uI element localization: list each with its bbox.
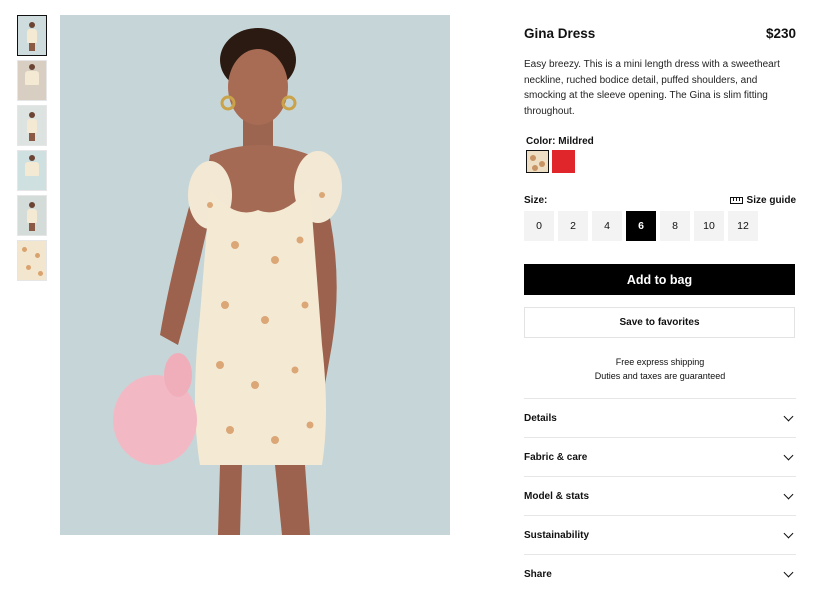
thumbnail-2[interactable]	[17, 60, 47, 101]
size-options: 0 2 4 6 8 10 12	[524, 211, 796, 241]
chevron-down-icon	[783, 450, 794, 460]
accordion-model-stats[interactable]: Model & stats	[524, 476, 796, 515]
accordion-sustainability[interactable]: Sustainability	[524, 515, 796, 554]
title-row: Gina Dress $230	[524, 26, 796, 41]
thumbnail-figure	[25, 64, 39, 92]
accordion-details[interactable]: Details	[524, 398, 796, 437]
chevron-down-icon	[783, 567, 794, 577]
size-option-6[interactable]: 6	[626, 211, 656, 241]
chevron-down-icon	[783, 528, 794, 538]
accordion-label: Sustainability	[524, 529, 590, 541]
shipping-line-2: Duties and taxes are guaranteed	[594, 370, 726, 381]
accordion-label: Fabric & care	[524, 451, 588, 463]
product-details-panel: Gina Dress $230 Easy breezy. This is a m…	[524, 26, 796, 593]
model-photo	[60, 15, 450, 535]
accordion-label: Model & stats	[524, 490, 590, 502]
thumbnail-4[interactable]	[17, 150, 47, 191]
thumbnail-figure	[25, 155, 39, 183]
chevron-down-icon	[783, 489, 794, 499]
floral-swatch[interactable]	[526, 150, 549, 173]
size-option-4[interactable]: 4	[592, 211, 622, 241]
size-guide-link[interactable]: Size guide	[729, 195, 796, 206]
product-accordion: Details Fabric & care Model & stats Sust…	[524, 398, 796, 593]
product-price: $230	[765, 26, 796, 41]
thumbnail-1[interactable]	[17, 15, 47, 56]
thumbnail-5[interactable]	[17, 195, 47, 236]
thumbnail-figure	[27, 202, 37, 231]
shipping-info: Free express shipping Duties and taxes a…	[524, 356, 796, 383]
thumbnail-figure	[27, 22, 37, 51]
color-selected-name: Mildred	[558, 136, 594, 147]
accordion-label: Details	[524, 412, 557, 424]
ruler-icon	[729, 197, 743, 204]
color-label: Color: Mildred	[524, 136, 796, 147]
size-guide-label: Size guide	[746, 195, 796, 206]
size-header: Size: Size guide	[524, 195, 796, 206]
shipping-line-1: Free express shipping	[615, 357, 705, 367]
add-to-bag-button[interactable]: Add to bag	[524, 264, 795, 295]
thumbnail-6[interactable]	[17, 240, 47, 281]
size-option-2[interactable]: 2	[558, 211, 588, 241]
size-option-12[interactable]: 12	[728, 211, 758, 241]
accordion-fabric-care[interactable]: Fabric & care	[524, 437, 796, 476]
color-swatches	[524, 150, 796, 173]
size-label: Size:	[524, 195, 548, 206]
size-option-10[interactable]: 10	[694, 211, 724, 241]
chevron-down-icon	[783, 411, 794, 421]
color-label-text: Color:	[526, 136, 556, 147]
product-title: Gina Dress	[524, 26, 596, 41]
thumbnail-figure	[27, 112, 37, 141]
red-swatch[interactable]	[552, 150, 575, 173]
product-description: Easy breezy. This is a mini length dress…	[524, 59, 780, 117]
size-option-8[interactable]: 8	[660, 211, 690, 241]
product-image[interactable]	[60, 15, 450, 535]
accordion-share[interactable]: Share	[524, 554, 796, 593]
size-option-0[interactable]: 0	[524, 211, 554, 241]
thumbnail-list	[17, 15, 49, 285]
accordion-label: Share	[524, 568, 552, 580]
thumbnail-3[interactable]	[17, 105, 47, 146]
save-to-favorites-button[interactable]: Save to favorites	[524, 307, 795, 338]
